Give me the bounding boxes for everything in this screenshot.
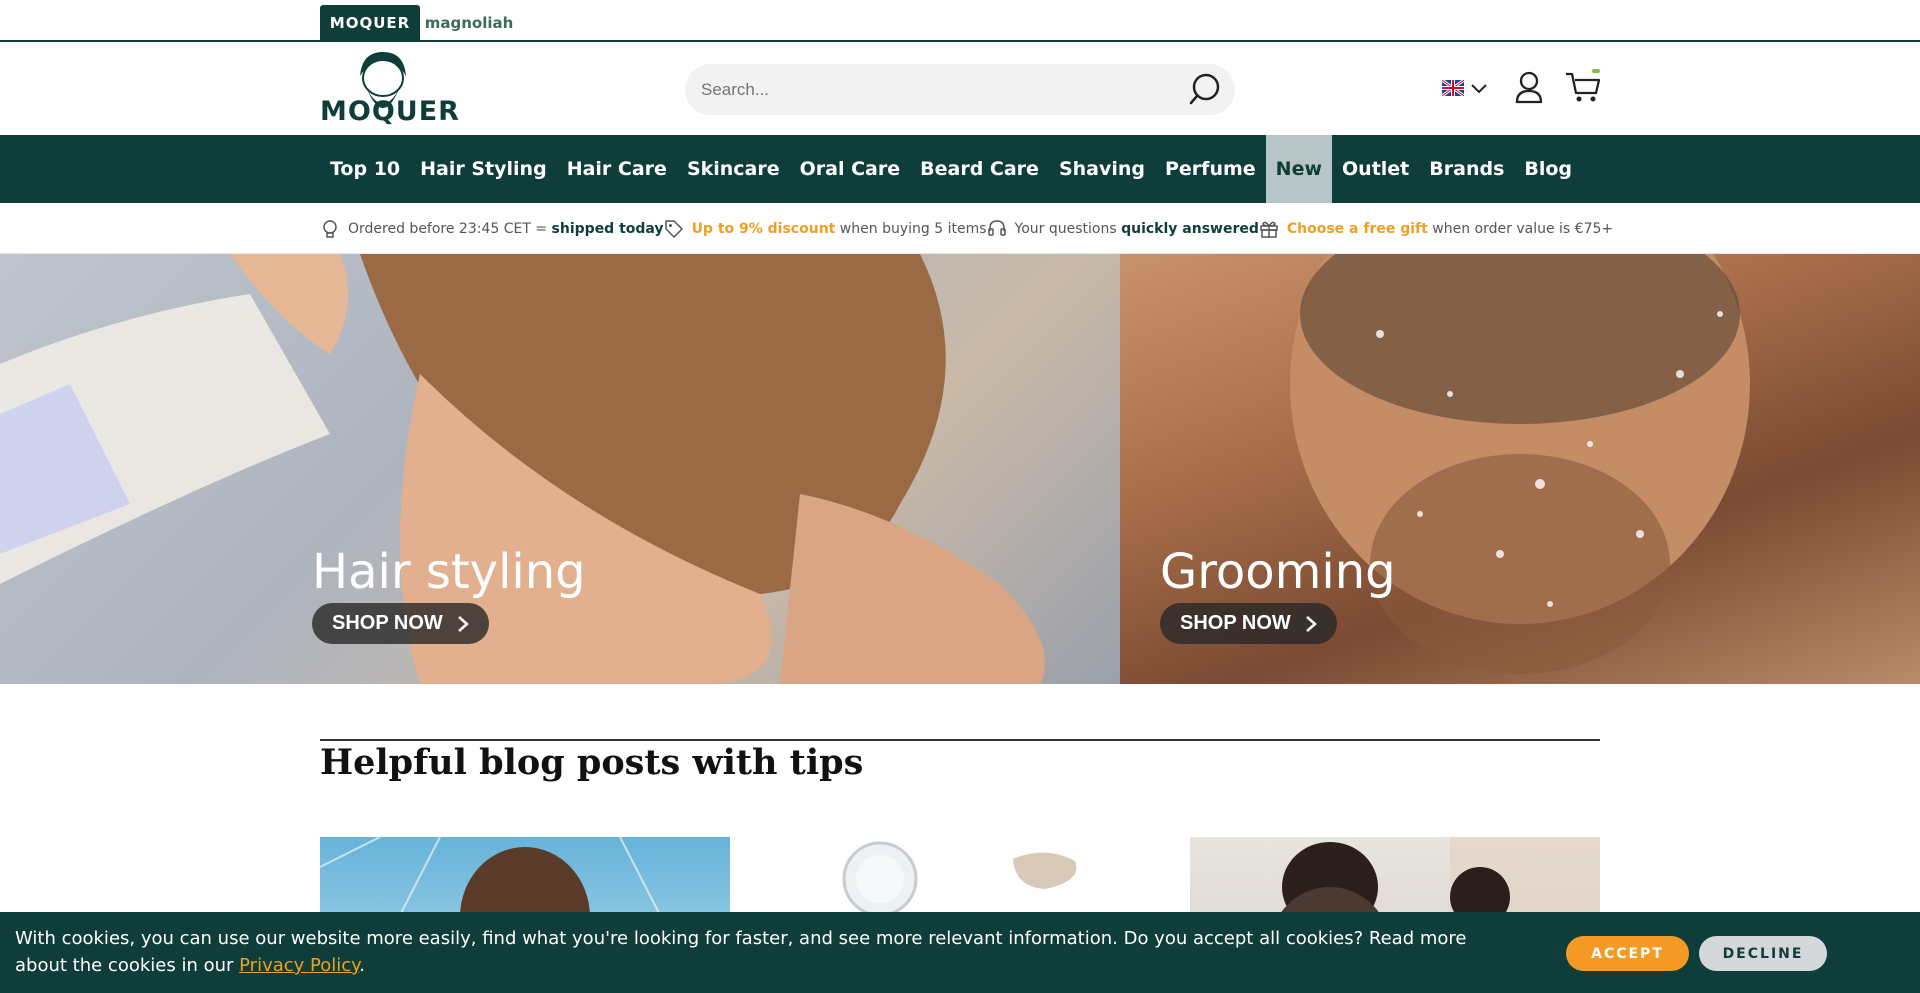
search-input[interactable] — [701, 64, 1171, 115]
nav-item-new[interactable]: New — [1265, 135, 1333, 203]
usp-support-text: Your questions quickly answered — [1014, 220, 1259, 237]
hair-styling-photo — [0, 254, 1045, 684]
usp-gift: Choose a free gift when order value is €… — [1259, 219, 1613, 239]
usp-support: Your questions quickly answered — [987, 219, 1259, 239]
gift-icon — [1260, 221, 1278, 238]
nav-item-oral-care[interactable]: Oral Care — [790, 135, 911, 203]
hero-banner-hair-styling[interactable]: Hair styling SHOP NOW — [0, 254, 1120, 684]
usp-discount-text: Up to 9% discount when buying 5 items — [691, 220, 987, 237]
search-bar[interactable] — [685, 64, 1235, 115]
section-divider — [320, 739, 1600, 741]
shop-now-label: SHOP NOW — [332, 612, 443, 634]
nav-item-top-10[interactable]: Top 10 — [320, 135, 410, 203]
cookie-consent-text: With cookies, you can use our website mo… — [15, 928, 1467, 976]
usp-shipping-text: Ordered before 23:45 CET = shipped today — [348, 220, 664, 237]
nav-item-shaving[interactable]: Shaving — [1049, 135, 1155, 203]
chevron-down-icon — [1471, 84, 1487, 94]
site-logo[interactable]: MOQUER — [320, 46, 460, 132]
chevron-right-icon — [1305, 615, 1317, 632]
lightbulb-icon — [323, 219, 337, 238]
blog-section-title: Helpful blog posts with tips — [320, 742, 864, 783]
nav-item-skincare[interactable]: Skincare — [677, 135, 790, 203]
headset-icon — [987, 219, 1006, 236]
decline-cookies-button[interactable]: DECLINE — [1699, 936, 1827, 971]
site-header: MOQUER — [0, 42, 1920, 135]
usp-gift-text: Choose a free gift when order value is €… — [1286, 220, 1614, 237]
nav-item-beard-care[interactable]: Beard Care — [910, 135, 1049, 203]
usp-shipping: Ordered before 23:45 CET = shipped today — [320, 219, 664, 239]
chevron-right-icon — [457, 615, 469, 632]
shop-now-label: SHOP NOW — [1180, 612, 1291, 634]
accept-cookies-button[interactable]: ACCEPT — [1566, 936, 1689, 971]
language-selector[interactable] — [1442, 76, 1494, 100]
nav-item-brands[interactable]: Brands — [1419, 135, 1514, 203]
nav-item-outlet[interactable]: Outlet — [1332, 135, 1419, 203]
shop-now-button-grooming[interactable]: SHOP NOW — [1160, 603, 1337, 644]
search-icon[interactable] — [1188, 72, 1222, 106]
shop-now-button-hair-styling[interactable]: SHOP NOW — [312, 603, 489, 644]
usp-bar: Ordered before 23:45 CET = shipped today… — [0, 203, 1920, 254]
hero-title-hair-styling: Hair styling — [312, 544, 586, 600]
usp-discount: Up to 9% discount when buying 5 items — [664, 219, 987, 239]
cookie-consent-bar: With cookies, you can use our website mo… — [0, 912, 1920, 993]
uk-flag-icon — [1442, 80, 1464, 96]
brand-tab-magnoliah[interactable]: magnoliah — [424, 5, 514, 41]
cart-icon[interactable] — [1564, 68, 1602, 104]
privacy-policy-link[interactable]: Privacy Policy — [239, 955, 359, 976]
nav-item-hair-care[interactable]: Hair Care — [557, 135, 677, 203]
hero-title-grooming: Grooming — [1160, 544, 1396, 600]
account-icon[interactable] — [1514, 70, 1544, 104]
logo-wordmark: MOQUER — [320, 96, 460, 127]
nav-item-hair-styling[interactable]: Hair Styling — [410, 135, 557, 203]
main-navigation: Top 10 Hair Styling Hair Care Skincare O… — [0, 135, 1920, 203]
hero-banner-grooming[interactable]: Grooming SHOP NOW — [1120, 254, 1920, 684]
nav-item-perfume[interactable]: Perfume — [1155, 135, 1266, 203]
tag-icon — [664, 219, 683, 238]
brand-tab-moquer[interactable]: MOQUER — [320, 5, 420, 41]
nav-item-blog[interactable]: Blog — [1514, 135, 1582, 203]
brand-switcher-bar: MOQUER magnoliah — [0, 0, 1920, 42]
